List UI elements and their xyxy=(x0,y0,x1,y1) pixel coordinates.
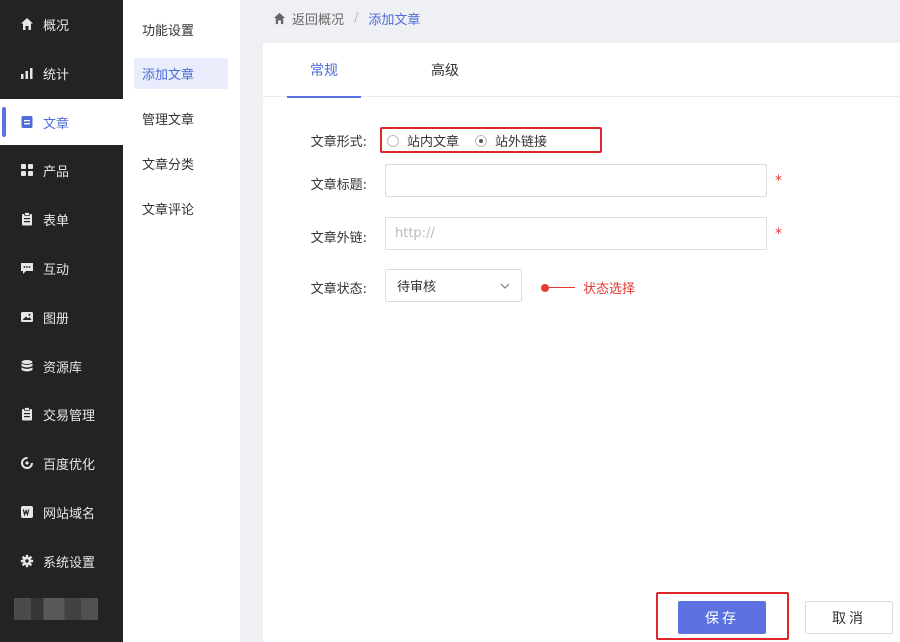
sidebar-item-label: 资源库 xyxy=(43,360,83,376)
article-link-label: 文章外链: xyxy=(310,231,367,246)
annotation-line xyxy=(549,287,575,288)
radio-label: 站外链接 xyxy=(495,135,548,150)
breadcrumb: 返回概况 / 添加文章 xyxy=(240,0,900,36)
annotation-text: 状态选择 xyxy=(583,282,636,297)
article-form-panel: 常规 高级 文章形式: 站内文章 站外链接 文章标题: * 文章外链: http… xyxy=(263,43,900,642)
breadcrumb-separator: / xyxy=(354,10,359,26)
gear-icon xyxy=(20,554,34,568)
article-subnav: 功能设置 添加文章 管理文章 文章分类 文章评论 xyxy=(123,0,240,642)
chevron-down-icon xyxy=(500,283,510,289)
link-placeholder: http:// xyxy=(395,226,435,241)
database-icon xyxy=(20,359,34,373)
sidebar-item-settings[interactable]: 系统设置 xyxy=(0,538,123,584)
sidebar-item-label: 系统设置 xyxy=(43,555,96,571)
article-title-label: 文章标题: xyxy=(310,178,367,193)
article-status-label: 文章状态: xyxy=(310,282,367,297)
tab-advanced[interactable]: 高级 xyxy=(408,43,482,97)
status-selected-value: 待审核 xyxy=(397,280,437,295)
article-icon xyxy=(20,115,34,129)
sidebar-item-label: 概况 xyxy=(43,18,70,34)
annotation-dot xyxy=(541,283,549,292)
sidebar-item-product[interactable]: 产品 xyxy=(0,147,123,193)
tab-general[interactable]: 常规 xyxy=(287,43,361,98)
sidebar-item-form[interactable]: 表单 xyxy=(0,196,123,242)
article-link-input[interactable]: http:// xyxy=(385,217,767,250)
sidebar-item-label: 图册 xyxy=(43,311,70,327)
grid-icon xyxy=(20,163,34,177)
subnav-item-article-comments[interactable]: 文章评论 xyxy=(134,193,228,224)
sidebar-item-gallery[interactable]: 图册 xyxy=(0,294,123,340)
sidebar-item-resources[interactable]: 资源库 xyxy=(0,343,123,389)
article-title-input[interactable] xyxy=(385,164,767,197)
required-mark: * xyxy=(775,226,782,242)
sidebar-item-label: 交易管理 xyxy=(43,408,96,424)
article-status-select[interactable]: 待审核 xyxy=(385,269,522,302)
required-mark: * xyxy=(775,173,782,189)
status-annotation: 状态选择 xyxy=(541,278,635,297)
sidebar-item-label: 互动 xyxy=(43,262,70,278)
radio-circle xyxy=(387,134,399,147)
web-icon xyxy=(20,505,34,519)
subnav-item-add-article[interactable]: 添加文章 xyxy=(134,58,228,89)
blurred-user-info xyxy=(14,598,98,620)
chart-icon xyxy=(20,66,34,80)
subnav-item-feature-settings[interactable]: 功能设置 xyxy=(134,14,228,45)
sidebar-item-overview[interactable]: 概况 xyxy=(0,1,123,47)
sidebar-item-label: 网站域名 xyxy=(43,506,96,522)
radio-internal-article[interactable]: 站内文章 xyxy=(387,131,459,150)
subnav-item-article-categories[interactable]: 文章分类 xyxy=(134,148,228,179)
main-sidebar: 概况 统计 文章 产品 表单 互动 图册 资源库 交易管理 百度优化 网站域名 … xyxy=(0,0,123,642)
tab-bar: 常规 高级 xyxy=(263,43,900,98)
sidebar-item-domain[interactable]: 网站域名 xyxy=(0,489,123,535)
radio-external-link[interactable]: 站外链接 xyxy=(475,131,547,150)
clipboard-icon xyxy=(20,212,34,226)
sidebar-item-trade[interactable]: 交易管理 xyxy=(0,391,123,437)
sidebar-item-stats[interactable]: 统计 xyxy=(0,50,123,96)
refresh-icon xyxy=(20,456,34,470)
article-type-label: 文章形式: xyxy=(310,135,367,150)
home-icon xyxy=(20,17,34,31)
sidebar-item-article[interactable]: 文章 xyxy=(0,99,123,145)
radio-circle-selected xyxy=(475,134,488,147)
sidebar-item-seo[interactable]: 百度优化 xyxy=(0,440,123,486)
sidebar-item-interaction[interactable]: 互动 xyxy=(0,245,123,291)
sidebar-item-label: 统计 xyxy=(43,67,70,83)
radio-label: 站内文章 xyxy=(407,135,460,150)
image-icon xyxy=(20,310,34,324)
save-button[interactable]: 保存 xyxy=(678,601,766,634)
breadcrumb-current: 添加文章 xyxy=(368,12,421,28)
clipboard-icon xyxy=(20,407,34,421)
sidebar-item-label: 产品 xyxy=(43,164,70,180)
article-type-radio-group: 站内文章 站外链接 xyxy=(387,131,563,150)
home-icon xyxy=(273,12,286,24)
subnav-item-manage-articles[interactable]: 管理文章 xyxy=(134,103,228,134)
sidebar-item-label: 文章 xyxy=(43,116,70,132)
breadcrumb-back-label: 返回概况 xyxy=(292,12,345,28)
cancel-button[interactable]: 取消 xyxy=(805,601,893,634)
sidebar-item-label: 百度优化 xyxy=(43,457,96,473)
sidebar-item-label: 表单 xyxy=(43,213,70,229)
chat-icon xyxy=(20,261,34,275)
breadcrumb-back-link[interactable]: 返回概况 xyxy=(273,9,344,28)
